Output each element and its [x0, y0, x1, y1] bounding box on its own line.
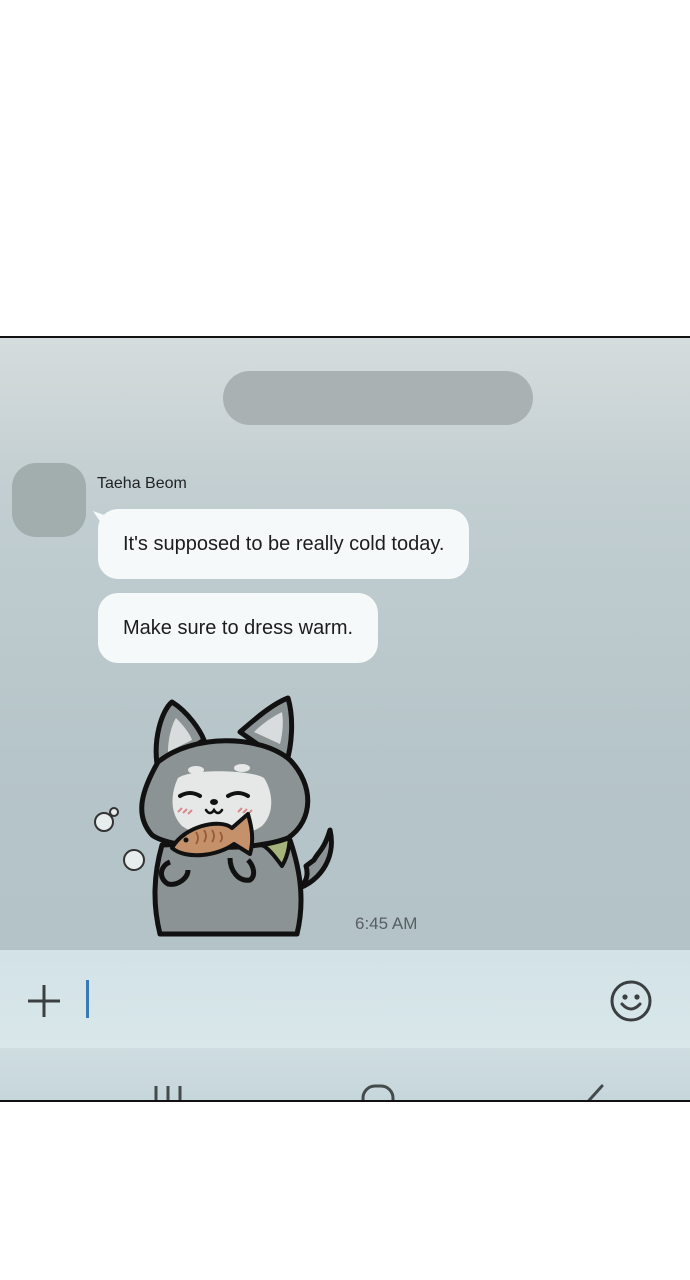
- husky-eating-taiyaki-sticker[interactable]: [92, 690, 352, 938]
- smiley-icon[interactable]: [608, 978, 654, 1024]
- message-text: It's supposed to be really cold today.: [123, 532, 445, 555]
- back-icon[interactable]: [574, 1082, 614, 1102]
- text-cursor[interactable]: [86, 980, 89, 1018]
- chat-screen: Taeha Beom It's supposed to be really co…: [0, 336, 690, 1102]
- avatar[interactable]: [12, 463, 86, 537]
- recent-apps-icon[interactable]: [148, 1082, 188, 1102]
- message-bubble[interactable]: Make sure to dress warm.: [98, 593, 379, 663]
- chat-title-bar: [223, 371, 533, 425]
- message-bubble[interactable]: It's supposed to be really cold today.: [98, 509, 470, 579]
- sender-name: Taeha Beom: [97, 475, 187, 492]
- plus-icon[interactable]: [24, 981, 64, 1021]
- message-text: Make sure to dress warm.: [123, 616, 354, 639]
- message-input-bar: [0, 950, 690, 1048]
- message-timestamp: 6:45 AM: [355, 914, 418, 933]
- system-navigation-bar: [0, 1048, 690, 1102]
- home-icon[interactable]: [358, 1082, 398, 1102]
